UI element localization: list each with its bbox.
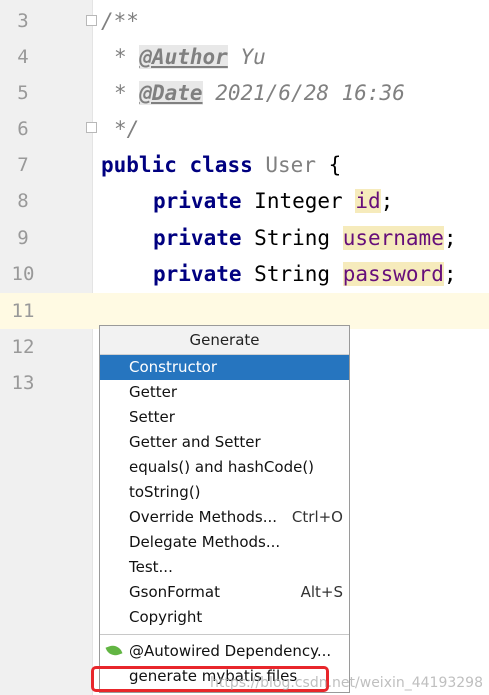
fold-marker-icon[interactable]	[86, 122, 97, 133]
keyword: private	[153, 189, 242, 213]
line-number: 8	[17, 190, 29, 212]
menu-item-getter[interactable]: Getter	[100, 380, 349, 405]
brace: {	[328, 153, 342, 177]
menu-item-tostring[interactable]: toString()	[100, 480, 349, 505]
menu-item-override-methods[interactable]: Override Methods... Ctrl+O	[100, 505, 349, 530]
line-number: 4	[17, 46, 29, 68]
line-number: 5	[17, 82, 29, 104]
comment-star: *	[114, 45, 127, 69]
menu-title: Generate	[100, 326, 349, 355]
menu-item-constructor[interactable]: Constructor	[100, 355, 349, 380]
line-number: 7	[17, 154, 29, 176]
menu-item-shortcut: Ctrl+O	[291, 508, 343, 526]
keyword: private	[153, 262, 242, 286]
menu-item-label: toString()	[129, 483, 201, 501]
generate-menu: Generate Constructor Getter Setter Gette…	[99, 325, 350, 693]
menu-item-equals-hashcode[interactable]: equals() and hashCode()	[100, 455, 349, 480]
menu-item-label: Constructor	[129, 358, 218, 376]
current-line-highlight	[0, 293, 489, 329]
keyword: class	[189, 153, 253, 177]
menu-item-copyright[interactable]: Copyright	[100, 605, 349, 630]
menu-item-delegate-methods[interactable]: Delegate Methods...	[100, 530, 349, 555]
keyword: private	[153, 226, 242, 250]
code-line[interactable]: */	[114, 111, 139, 147]
fold-marker-icon[interactable]	[86, 15, 97, 26]
field-name: id	[355, 189, 381, 213]
semicolon: ;	[443, 226, 457, 250]
type-name: String	[254, 226, 331, 250]
watermark: https://blog.csdn.net/weixin_44193298	[209, 675, 483, 691]
comment-close: */	[114, 117, 140, 141]
code-line[interactable]: * @Date 2021/6/28 16:36	[114, 75, 405, 111]
line-number: 11	[11, 300, 35, 322]
menu-item-label: GsonFormat	[129, 583, 220, 601]
menu-item-label: equals() and hashCode()	[129, 458, 315, 476]
menu-item-gsonformat[interactable]: GsonFormat Alt+S	[100, 580, 349, 605]
menu-item-test[interactable]: Test...	[100, 555, 349, 580]
comment-open: /**	[101, 9, 139, 33]
line-number: 3	[17, 10, 29, 32]
spring-leaf-icon	[105, 642, 123, 659]
menu-item-label: Setter	[129, 408, 175, 426]
line-number: 6	[17, 118, 29, 140]
menu-item-autowired-dependency[interactable]: @Autowired Dependency...	[100, 639, 349, 664]
line-number: 9	[17, 227, 29, 249]
keyword: public	[101, 153, 177, 177]
type-name: String	[254, 262, 331, 286]
javadoc-tag: @Author	[139, 45, 228, 69]
line-number: 10	[11, 263, 35, 285]
menu-item-label: Getter	[129, 383, 178, 401]
line-number: 13	[11, 372, 35, 394]
semicolon: ;	[380, 189, 394, 213]
semicolon: ;	[443, 262, 457, 286]
line-number: 12	[11, 336, 35, 358]
menu-item-shortcut: Alt+S	[300, 583, 343, 601]
author-value: Yu	[240, 45, 266, 69]
field-name: password	[342, 262, 444, 286]
code-line[interactable]: * @Author Yu	[114, 39, 266, 75]
field-name: username	[342, 226, 444, 250]
code-line[interactable]: public class User {	[101, 147, 341, 183]
menu-item-label: @Autowired Dependency...	[129, 642, 332, 660]
menu-item-label: Getter and Setter	[129, 433, 261, 451]
code-line[interactable]: /**	[101, 3, 139, 39]
menu-item-setter[interactable]: Setter	[100, 405, 349, 430]
menu-item-label: Test...	[129, 558, 173, 576]
menu-item-label: Delegate Methods...	[129, 533, 281, 551]
code-line[interactable]: private String password;	[153, 256, 457, 292]
comment-star: *	[114, 81, 127, 105]
menu-item-label: Override Methods...	[129, 508, 278, 526]
date-value: 2021/6/28 16:36	[215, 81, 405, 105]
menu-item-getter-and-setter[interactable]: Getter and Setter	[100, 430, 349, 455]
class-name: User	[265, 153, 316, 177]
menu-separator	[100, 634, 349, 635]
javadoc-tag: @Date	[139, 81, 203, 105]
menu-item-label: Copyright	[129, 608, 203, 626]
type-name: Integer	[254, 189, 343, 213]
code-line[interactable]: private Integer id;	[153, 183, 393, 219]
code-line[interactable]: private String username;	[153, 220, 457, 256]
